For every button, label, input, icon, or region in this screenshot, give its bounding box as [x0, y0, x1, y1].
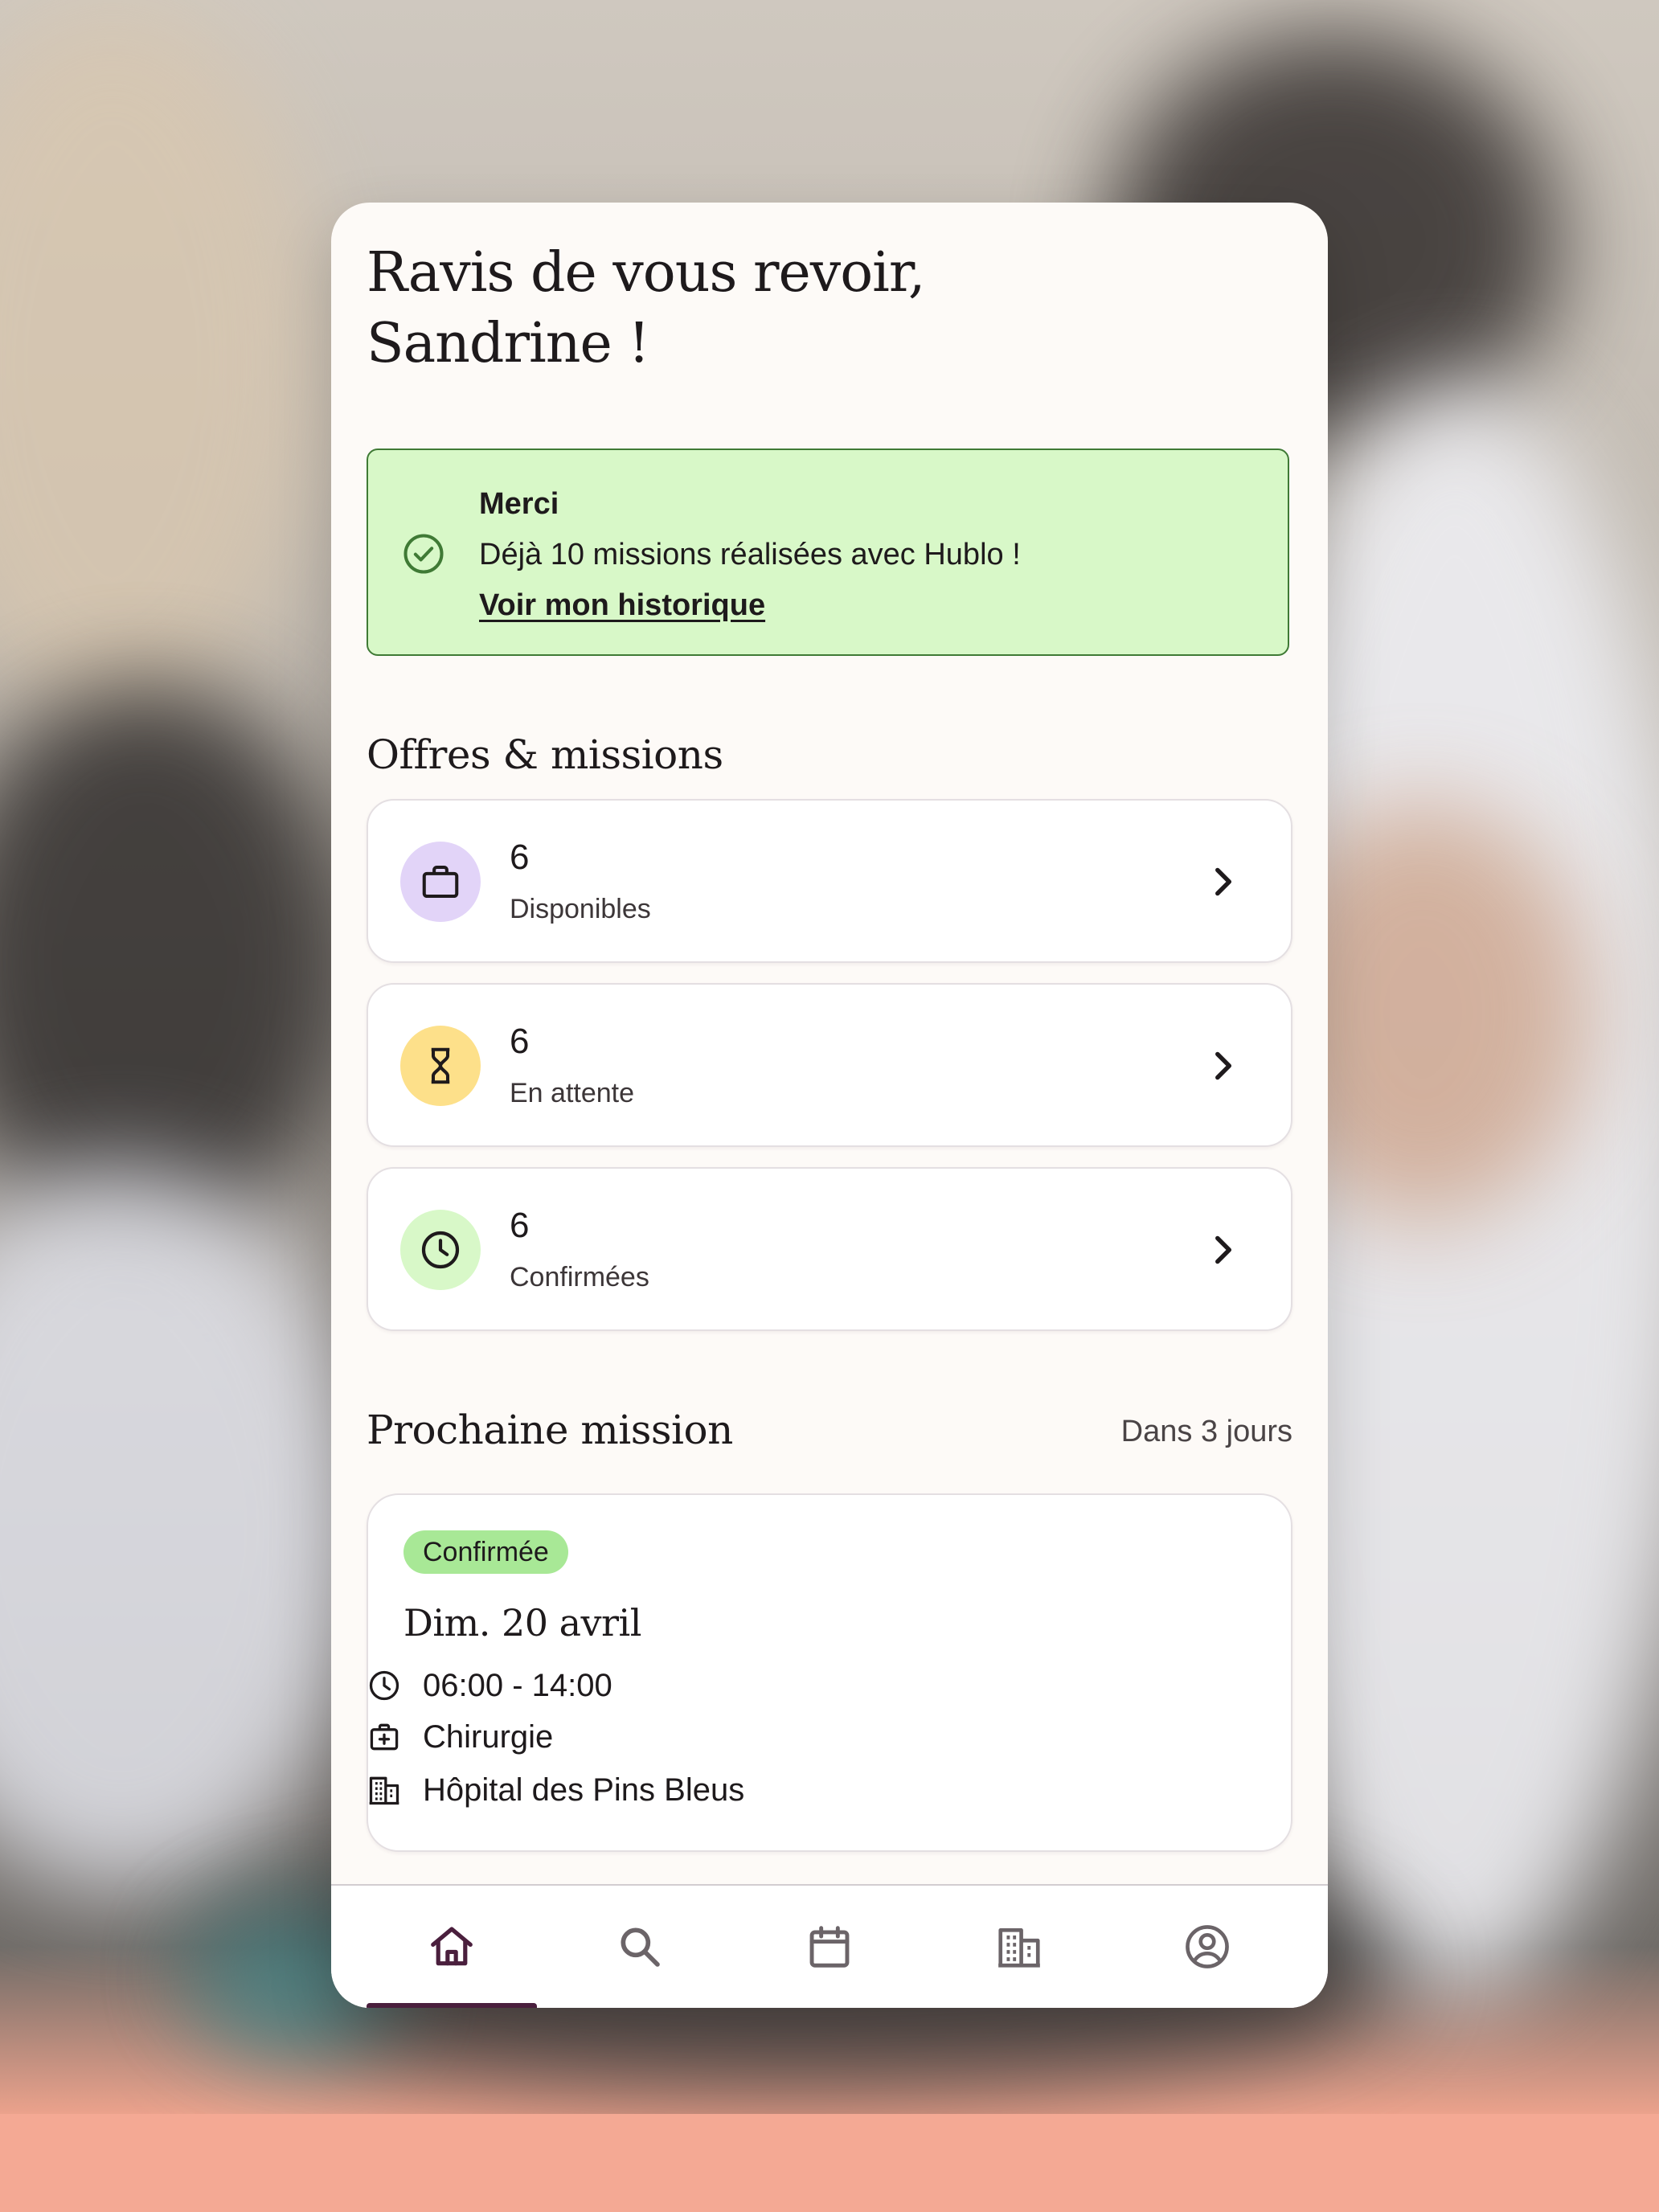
building-icon: [998, 1928, 1040, 1968]
offers-section-title: Offres & missions: [367, 731, 723, 778]
greeting-line-2: Sandrine !: [367, 312, 650, 375]
available-label: Disponibles: [510, 894, 651, 924]
mission-place-row: Hôpital des Pins Bleus: [367, 1770, 744, 1810]
nav-establishments[interactable]: [934, 1886, 1104, 2008]
search-icon: [621, 1927, 660, 1967]
pending-offers-card[interactable]: 6 En attente: [367, 983, 1292, 1147]
banner-title: Merci: [479, 487, 559, 521]
check-circle-icon: [403, 534, 444, 574]
nav-account[interactable]: [1122, 1886, 1292, 2008]
nav-search[interactable]: [555, 1886, 725, 2008]
calendar-icon: [809, 1926, 850, 1968]
chevron-right-icon: [1215, 1051, 1232, 1080]
confirmed-icon-badge: [400, 1210, 481, 1290]
mission-time: 06:00 - 14:00: [423, 1667, 612, 1703]
available-offers-card[interactable]: 6 Disponibles: [367, 799, 1292, 963]
banner-message: Déjà 10 missions réalisées avec Hublo !: [479, 538, 1021, 571]
account-icon: [1186, 1925, 1229, 1968]
mission-service: Chirurgie: [423, 1718, 554, 1755]
active-tab-indicator: [367, 2003, 537, 2008]
next-mission-title: Prochaine mission: [367, 1407, 733, 1453]
chevron-right-icon: [1215, 867, 1232, 896]
status-badge: Confirmée: [403, 1530, 568, 1574]
confirmed-offers-card[interactable]: 6 Confirmées: [367, 1167, 1292, 1331]
next-mission-countdown: Dans 3 jours: [1120, 1415, 1292, 1448]
nav-calendar[interactable]: [744, 1886, 915, 2008]
chevron-right-icon: [1215, 1235, 1232, 1264]
building-icon: [369, 1776, 399, 1805]
confirmed-count: 6: [510, 1206, 530, 1245]
hourglass-icon: [431, 1047, 450, 1084]
available-icon-badge: [400, 842, 481, 922]
history-link[interactable]: Voir mon historique: [479, 588, 765, 623]
mission-place: Hôpital des Pins Bleus: [423, 1772, 745, 1808]
medical-kit-icon: [370, 1723, 399, 1751]
clock-icon: [369, 1670, 399, 1701]
pending-count: 6: [510, 1022, 530, 1061]
pending-icon-badge: [400, 1026, 481, 1106]
mission-service-row: Chirurgie: [367, 1717, 553, 1757]
clock-icon: [421, 1231, 460, 1269]
greeting-line-1: Ravis de vous revoir,: [367, 241, 926, 305]
app-screen: Ravis de vous revoir, Sandrine ! Merci D…: [331, 203, 1328, 2008]
available-count: 6: [510, 838, 530, 877]
confirmed-label: Confirmées: [510, 1262, 649, 1292]
briefcase-icon: [422, 865, 459, 899]
home-icon: [431, 1927, 473, 1966]
bottom-navigation: [331, 1884, 1328, 2008]
nav-home[interactable]: [367, 1886, 537, 2008]
mission-date: Dim. 20 avril: [403, 1601, 641, 1645]
thanks-banner: Merci Déjà 10 missions réalisées avec Hu…: [367, 449, 1289, 656]
greeting-title: Ravis de vous revoir, Sandrine !: [367, 238, 1170, 379]
mission-time-row: 06:00 - 14:00: [367, 1665, 612, 1706]
pending-label: En attente: [510, 1078, 635, 1108]
